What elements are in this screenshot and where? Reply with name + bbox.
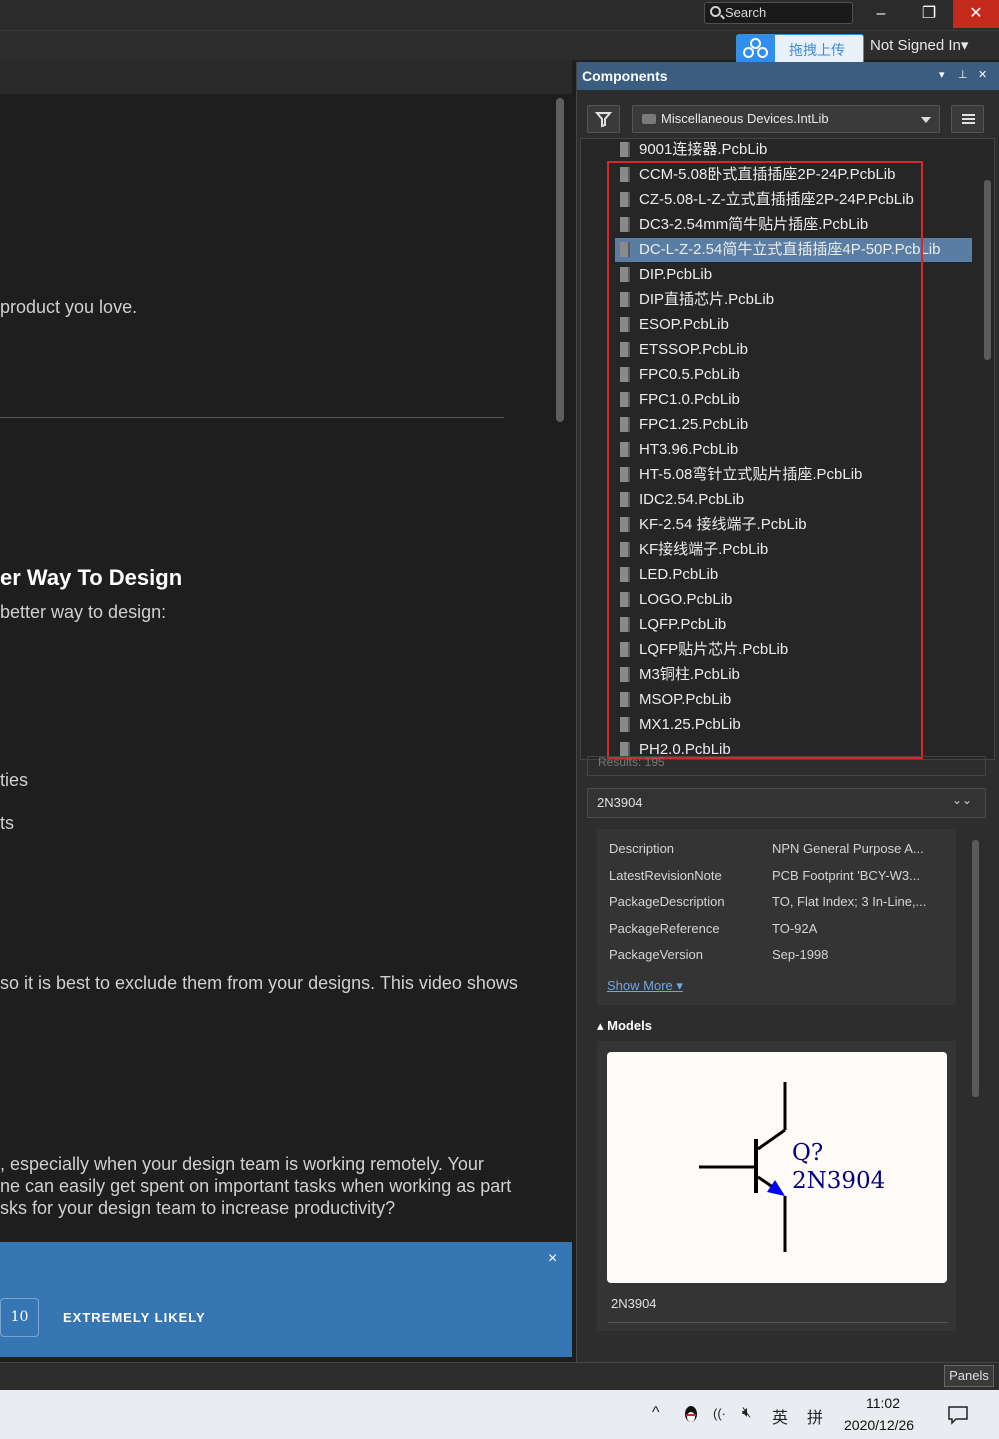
search-box[interactable]: Search [704,2,853,24]
library-list-label: 9001连接器.PcbLib [639,141,768,158]
close-button[interactable]: ✕ [953,0,999,28]
ime-language-icon[interactable]: 英 [772,1404,788,1428]
filter-icon [594,112,613,128]
section-heading: er Way To Design [0,565,183,590]
divider [608,1322,948,1323]
details-header[interactable] [587,788,986,818]
search-icon [710,6,721,17]
ime-mode-icon[interactable]: 拼 [807,1404,823,1428]
schematic-symbol-preview: Q? 2N3904 [607,1052,947,1283]
symbol-comment: 2N3904 [792,1168,885,1194]
status-bar [0,1362,999,1390]
content-text: ts [0,813,15,833]
library-list-item[interactable]: 9001连接器.PcbLib [615,139,972,162]
content-scrollbar[interactable] [556,98,564,422]
qq-icon[interactable] [683,1405,699,1425]
upload-label: 拖拽上传 [789,42,845,58]
symbol-designator: Q? [792,1140,823,1166]
rating-option-10[interactable]: 10 [0,1298,39,1337]
content-text: ties [0,770,29,790]
divider [0,417,504,418]
chevron-down-icon [921,117,931,123]
details-scrollbar[interactable] [972,840,979,1097]
pcb-library-icon [620,142,630,157]
property-value: NPN General Purpose A... [772,841,924,856]
restore-button[interactable]: ❐ [906,0,952,28]
hamburger-icon [962,114,975,116]
pin-icon[interactable]: ⊥ [958,68,968,81]
filter-button[interactable] [587,105,620,133]
cloud-logo-icon [737,35,775,63]
panel-close-icon[interactable]: ✕ [978,68,987,81]
panel-menu-icon[interactable]: ▾ [939,68,945,81]
property-key: LatestRevisionNote [609,867,722,883]
rating-label: EXTREMELY LIKELY [63,1310,206,1325]
section-subheading: better way to design: [0,602,167,622]
property-key: PackageVersion [609,947,703,962]
minimize-button[interactable]: – [858,0,904,28]
content-text: so it is best to exclude them from your … [0,973,518,993]
tray-chevron-icon[interactable]: ^ [652,1404,660,1422]
content-text: sks for your design team to increase pro… [0,1198,396,1218]
upload-button[interactable]: 拖拽上传 [736,34,864,64]
models-section-toggle[interactable]: ▴ Models [597,1018,652,1034]
network-icon[interactable]: ((· [713,1406,726,1421]
list-scrollbar[interactable] [984,180,991,360]
survey-banner [0,1242,572,1357]
collapse-icon[interactable]: ⌄⌄ [952,793,972,807]
property-key: PackageDescription [609,894,725,909]
clock-time[interactable]: 11:02 [866,1395,900,1411]
content-text: ne can easily get spent on important tas… [0,1176,512,1196]
content-toolbar [0,60,572,94]
survey-close-button[interactable]: × [548,1250,557,1268]
highlight-box [607,161,923,759]
content-text: product you love. [0,297,138,317]
property-key: PackageReference [609,920,720,936]
clock-date[interactable]: 2020/12/26 [844,1417,914,1433]
account-menu[interactable]: Not Signed In▾ [870,36,968,54]
content-text: , especially when your design team is wo… [0,1154,484,1174]
property-value: Sep-1998 [772,947,829,962]
component-name: 2N3904 [597,795,643,810]
library-name: Miscellaneous Devices.IntLib [661,111,829,126]
property-value: TO-92A [772,920,818,936]
notification-icon[interactable] [947,1405,969,1425]
library-icon [642,114,656,124]
transistor-symbol: Q? 2N3904 [699,1082,885,1252]
panels-button[interactable]: Panels [944,1365,994,1387]
model-name: 2N3904 [611,1296,657,1311]
library-select[interactable]: Miscellaneous Devices.IntLib [632,105,940,133]
property-key: Description [609,841,675,856]
panel-title: Components [582,68,668,84]
volume-muted-icon[interactable]: 🔇︎ [742,1404,751,1421]
property-value: PCB Footprint 'BCY-W3... [772,867,920,883]
property-value: TO, Flat Index; 3 In-Line,... [772,894,927,909]
panel-options-button[interactable] [951,105,984,133]
search-label: Search [725,5,767,20]
results-count: Results: 195 [587,756,986,776]
show-more-link[interactable]: Show More ▾ [607,978,683,994]
